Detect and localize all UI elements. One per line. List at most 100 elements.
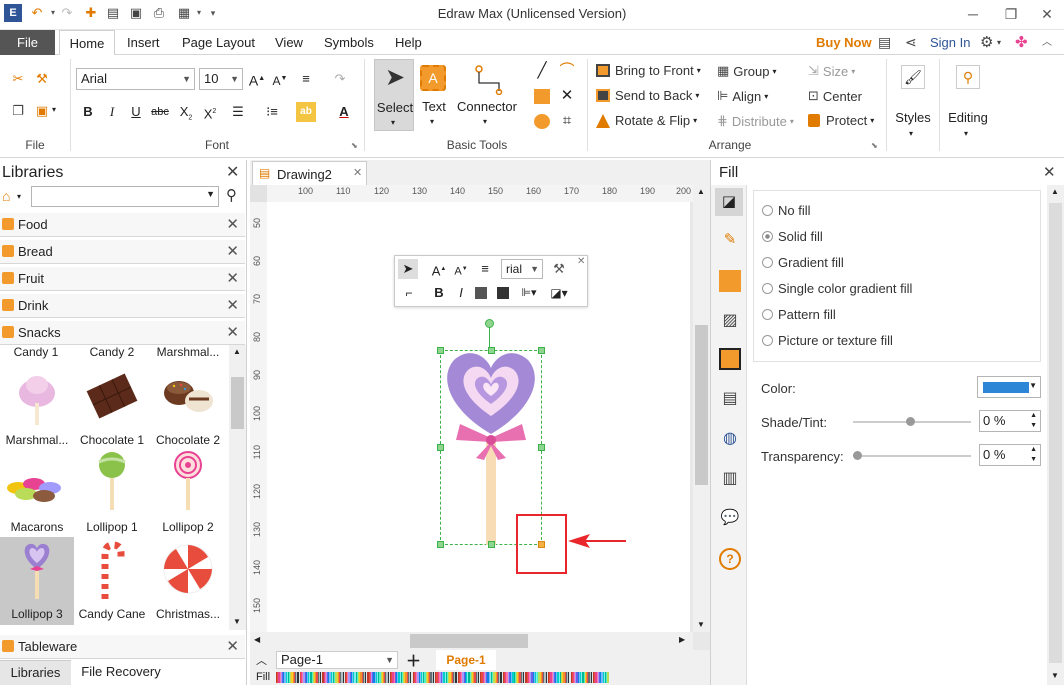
bold-icon[interactable]: B [429, 283, 449, 303]
tab-file-recovery[interactable]: File Recovery [71, 660, 171, 685]
tab-insert[interactable]: Insert [127, 30, 160, 55]
help-icon[interactable]: ? [719, 548, 741, 570]
globe-icon[interactable]: ◍ [719, 428, 741, 450]
fill-option-picture-texture[interactable]: Picture or texture fill [762, 333, 893, 348]
transparency-slider-thumb[interactable] [853, 451, 862, 460]
buy-now-link[interactable]: Buy Now [816, 30, 872, 55]
styles-button[interactable]: 🖌 Styles ▾ [893, 59, 933, 147]
attachment-icon[interactable]: ▥ [719, 468, 741, 490]
page-properties-icon[interactable]: ▤ [719, 388, 741, 410]
font-size-select[interactable]: 10 ▼ [199, 68, 243, 90]
shape-chocolate-1[interactable]: Chocolate 1 [75, 363, 149, 451]
home-icon[interactable]: ⌂ [2, 188, 10, 204]
add-page-button[interactable]: ＋ [406, 650, 421, 671]
file-tab[interactable]: File [0, 30, 55, 55]
close-window-button[interactable]: ✕ [1032, 3, 1062, 25]
paste-dropdown-icon[interactable]: ▾ [52, 105, 56, 114]
center-button[interactable]: ⊡ Center [808, 88, 862, 104]
rotate-flip-button[interactable]: Rotate & Flip ▾ [596, 113, 697, 128]
category-drink[interactable]: Drink ✕ [0, 294, 245, 318]
close-libraries-icon[interactable]: ✕ [226, 162, 239, 182]
send-back-icon[interactable] [497, 287, 509, 299]
send-to-back-button[interactable]: Send to Back ▾ [596, 88, 699, 103]
italic-icon[interactable]: I [102, 102, 122, 122]
canvas-vscroll-thumb[interactable] [695, 325, 708, 485]
shade-tint-slider-thumb[interactable] [906, 417, 915, 426]
scroll-up-icon[interactable]: ▲ [233, 347, 241, 356]
resize-handle-nw[interactable] [437, 347, 444, 354]
shape-marshmallow-1[interactable]: Marshmal... [151, 345, 225, 359]
cut-icon[interactable]: ✂ [8, 69, 28, 89]
resize-handle-sw[interactable] [437, 541, 444, 548]
align-icon[interactable]: ⊫▾ [519, 283, 539, 303]
arrange-dialog-launcher-icon[interactable]: ⬊ [871, 141, 878, 150]
resize-handle-ne[interactable] [538, 347, 545, 354]
ellipse-tool-icon[interactable] [534, 114, 550, 129]
layer-icon[interactable] [719, 348, 741, 370]
shade-tint-input[interactable]: 0 % ▲ ▼ [979, 410, 1041, 432]
cart-icon[interactable]: ▤ [878, 30, 891, 55]
transparency-input[interactable]: 0 % ▲ ▼ [979, 444, 1041, 466]
increase-font-icon[interactable]: A▲ [247, 69, 267, 89]
italic-icon[interactable]: I [451, 283, 471, 303]
shape-marshmallow-2[interactable]: Marshmal... [0, 363, 74, 451]
subscript-icon[interactable]: X2 [176, 102, 196, 122]
category-fruit[interactable]: Fruit ✕ [0, 267, 245, 291]
highlight-icon[interactable]: ab [296, 102, 316, 122]
fill-option-no-fill[interactable]: No fill [762, 203, 811, 218]
scroll-left-icon[interactable]: ◀ [254, 635, 260, 644]
bold-icon[interactable]: B [78, 102, 98, 122]
tab-symbols[interactable]: Symbols [324, 30, 374, 55]
color-picker[interactable]: ▼ [977, 376, 1041, 398]
document-tab-drawing2[interactable]: ▤ Drawing2 ✕ [252, 161, 367, 185]
line-tool-icon[interactable]: ╱ [532, 61, 552, 81]
arc-tool-icon[interactable]: ⌒ [557, 61, 577, 81]
canvas-hscroll-thumb[interactable] [410, 634, 528, 648]
select-tool-button[interactable]: ➤ Select ▾ [374, 59, 414, 131]
shape-candy-1[interactable]: Candy 1 [0, 345, 72, 359]
scroll-down-icon[interactable]: ▼ [1051, 671, 1059, 680]
resize-handle-e[interactable] [538, 444, 545, 451]
comment-icon[interactable]: 💬 [719, 508, 741, 530]
canvas-vertical-scrollbar[interactable]: ▲ ▼ [693, 185, 710, 632]
connector-style-icon[interactable]: ⌐ [399, 283, 419, 303]
resize-handle-n[interactable] [488, 347, 495, 354]
text-align-icon[interactable]: ≡ [475, 259, 495, 279]
close-category-icon[interactable]: ✕ [226, 323, 239, 341]
tab-help[interactable]: Help [395, 30, 422, 55]
line-spacing-icon[interactable]: ☰ [228, 102, 248, 122]
font-color-icon[interactable]: A [334, 102, 354, 122]
close-category-icon[interactable]: ✕ [226, 215, 239, 233]
close-category-icon[interactable]: ✕ [226, 269, 239, 287]
cross-tool-icon[interactable]: ✕ [557, 86, 577, 106]
close-fill-panel-icon[interactable]: ✕ [1043, 163, 1056, 181]
text-align-icon[interactable]: ≡ [296, 69, 316, 89]
scroll-right-icon[interactable]: ▶ [679, 635, 685, 644]
tab-view[interactable]: View [275, 30, 303, 55]
canvas-horizontal-scrollbar[interactable]: ◀ ▶ [250, 632, 693, 650]
shape-chocolate-2[interactable]: Chocolate 2 [151, 363, 225, 451]
align-button[interactable]: ⊫ Align ▾ [717, 88, 768, 104]
increase-font-icon[interactable]: A▲ [429, 259, 449, 279]
floating-font-select[interactable]: rial ▼ [501, 259, 543, 279]
close-tab-icon[interactable]: ✕ [353, 166, 362, 179]
home-dropdown-icon[interactable]: ▾ [17, 192, 21, 201]
collapse-ribbon-icon[interactable]: ︿ [1042, 30, 1052, 55]
bullets-icon[interactable]: ⁝≡ [262, 102, 282, 122]
shape-lollipop-3[interactable]: Lollipop 3 [0, 537, 74, 625]
font-name-select[interactable]: Arial ▼ [76, 68, 195, 90]
shape-lollipop-1[interactable]: Lollipop 1 [75, 450, 149, 538]
fill-option-single-color-gradient[interactable]: Single color gradient fill [762, 281, 912, 296]
shape-candy-2[interactable]: Candy 2 [75, 345, 149, 359]
bring-to-front-button[interactable]: Bring to Front ▾ [596, 63, 701, 78]
scroll-up-icon[interactable]: ▲ [697, 187, 705, 196]
category-snacks[interactable]: Snacks ✕ [0, 321, 245, 345]
format-painter-icon[interactable]: ⚒ [32, 69, 52, 89]
bring-front-icon[interactable] [475, 287, 487, 299]
settings-dropdown-icon[interactable]: ▾ [997, 30, 1001, 55]
settings-gear-icon[interactable]: ⚙ [980, 30, 993, 55]
fill-option-solid-fill[interactable]: Solid fill [762, 229, 823, 244]
strikethrough-icon[interactable]: abc [150, 102, 170, 122]
fill-option-gradient-fill[interactable]: Gradient fill [762, 255, 844, 270]
library-scrollbar[interactable]: ▲ ▼ [229, 345, 246, 630]
